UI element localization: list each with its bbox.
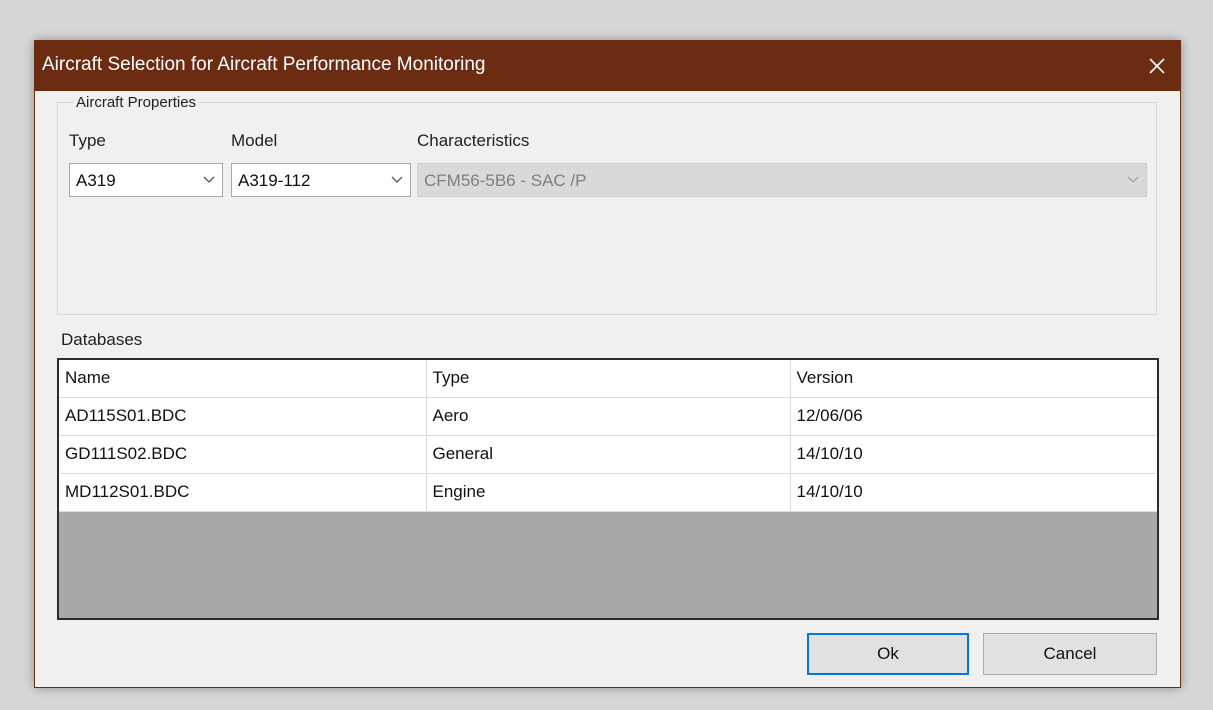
close-button[interactable] xyxy=(1134,41,1180,91)
aircraft-properties-legend: Aircraft Properties xyxy=(73,94,200,111)
characteristics-label: Characteristics xyxy=(417,131,530,150)
cell-type: Engine xyxy=(426,473,791,512)
cell-name: GD111S02.BDC xyxy=(59,435,427,474)
chevron-down-icon xyxy=(1127,176,1139,183)
column-header-version[interactable]: Version xyxy=(790,360,1157,398)
chevron-down-icon xyxy=(391,176,403,183)
cell-version: 12/06/06 xyxy=(790,397,1157,436)
cancel-button[interactable]: Cancel xyxy=(983,633,1157,675)
model-label: Model xyxy=(231,131,278,150)
table-row[interactable]: GD111S02.BDC General 14/10/10 xyxy=(59,435,1157,474)
model-dropdown[interactable]: A319-112 xyxy=(231,163,411,197)
aircraft-properties-group xyxy=(57,102,1157,315)
cell-type: General xyxy=(426,435,791,474)
databases-grid[interactable]: Name Type Version AD115S01.BDC Aero 12/0… xyxy=(57,358,1159,620)
type-dropdown[interactable]: A319 xyxy=(69,163,223,197)
type-label: Type xyxy=(69,131,106,150)
cell-type: Aero xyxy=(426,397,791,436)
databases-label: Databases xyxy=(61,330,143,349)
title-bar[interactable]: Aircraft Selection for Aircraft Performa… xyxy=(35,41,1180,91)
model-dropdown-value: A319-112 xyxy=(238,171,311,190)
table-header-row: Name Type Version xyxy=(59,360,1157,398)
column-header-name[interactable]: Name xyxy=(59,360,427,398)
cell-name: AD115S01.BDC xyxy=(59,397,427,436)
ok-button[interactable]: Ok xyxy=(807,633,969,675)
databases-table: Name Type Version AD115S01.BDC Aero 12/0… xyxy=(59,360,1157,512)
column-header-type[interactable]: Type xyxy=(426,360,791,398)
type-dropdown-value: A319 xyxy=(76,171,116,190)
table-row[interactable]: MD112S01.BDC Engine 14/10/10 xyxy=(59,473,1157,512)
characteristics-dropdown[interactable]: CFM56-5B6 - SAC /P xyxy=(417,163,1147,197)
aircraft-selection-dialog: Aircraft Selection for Aircraft Performa… xyxy=(34,40,1181,688)
cell-name: MD112S01.BDC xyxy=(59,473,427,512)
chevron-down-icon xyxy=(203,176,215,183)
table-row[interactable]: AD115S01.BDC Aero 12/06/06 xyxy=(59,397,1157,436)
cell-version: 14/10/10 xyxy=(790,473,1157,512)
close-icon xyxy=(1149,58,1165,74)
characteristics-dropdown-value: CFM56-5B6 - SAC /P xyxy=(424,171,587,190)
window-title: Aircraft Selection for Aircraft Performa… xyxy=(42,54,486,75)
cell-version: 14/10/10 xyxy=(790,435,1157,474)
